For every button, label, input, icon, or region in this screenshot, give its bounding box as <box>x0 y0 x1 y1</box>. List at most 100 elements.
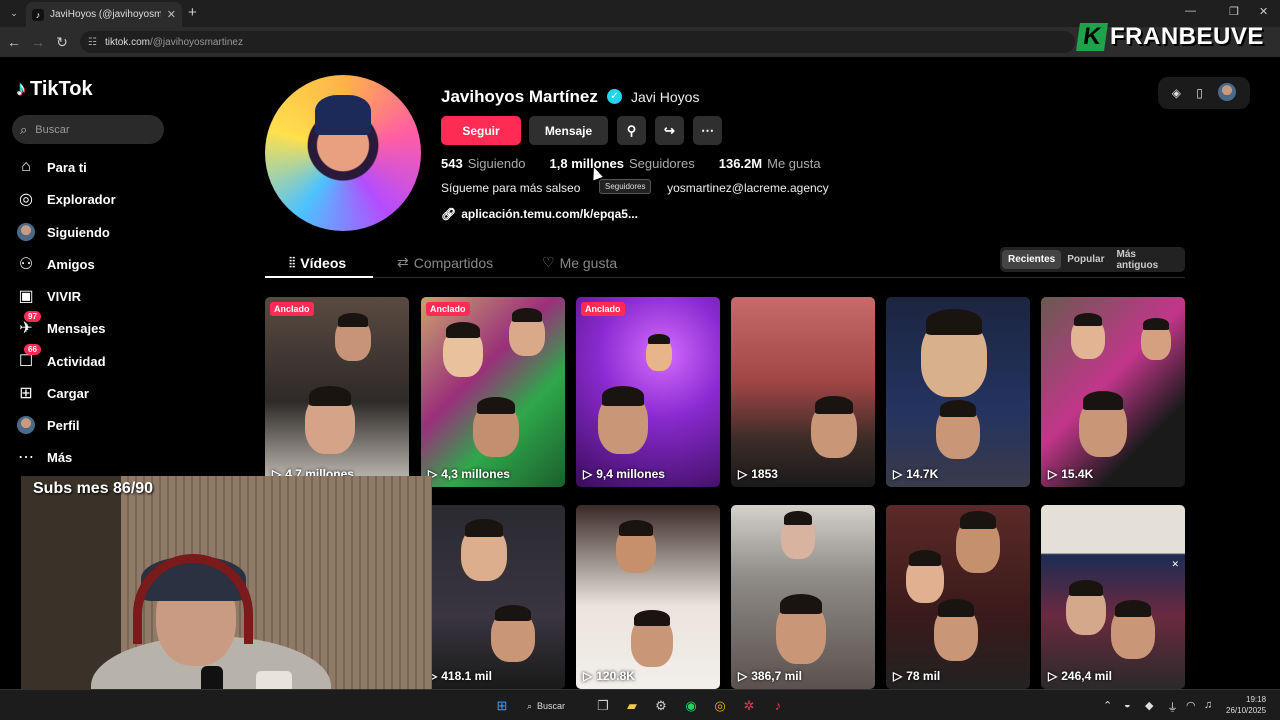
upload-icon: ⊞ <box>19 385 33 402</box>
close-icon: ✕ <box>1171 559 1179 569</box>
profile-link[interactable]: 🔗︎ aplicación.temu.com/k/epqa5... <box>441 207 638 221</box>
grid-icon: ⦙⦙ <box>289 254 296 270</box>
video-card[interactable]: Anclado ▷ 4,7 millones <box>265 297 409 487</box>
add-friend-icon[interactable]: ⚲ <box>617 116 646 145</box>
network-icon[interactable]: ◒ <box>1124 699 1131 711</box>
thumbnail-person <box>305 385 355 454</box>
sort-oldest[interactable]: Más antiguos <box>1110 245 1183 275</box>
file-explorer-icon[interactable]: ▰ <box>624 698 640 714</box>
site-info-icon[interactable]: ☷ <box>88 37 97 48</box>
sidebar-item-label: Cargar <box>47 385 89 401</box>
sort-popular[interactable]: Popular <box>1061 250 1110 269</box>
app-icon[interactable]: ✲ <box>741 698 757 714</box>
followers-count[interactable]: 1,8 millones <box>550 156 624 171</box>
wifi-icon[interactable]: ◠ <box>1186 699 1196 712</box>
phone-icon[interactable]: ▯ <box>1196 86 1203 100</box>
spotify-icon[interactable]: ◉ <box>683 698 699 714</box>
sort-recent[interactable]: Recientes <box>1002 250 1062 269</box>
video-card[interactable]: ▷ 78 mil <box>886 505 1030 689</box>
heart-icon: ♡ <box>542 254 555 270</box>
reload-icon[interactable]: ↻ <box>54 34 70 51</box>
video-card[interactable]: ▷ 14.7K <box>886 297 1030 487</box>
more-icon: ⋯ <box>18 449 34 466</box>
app-tray-icon[interactable]: ◆ <box>1145 699 1153 712</box>
sidebar-item-para-ti[interactable]: ⌂ Para ti <box>16 155 87 179</box>
clock[interactable]: 19:18 26/10/2025 <box>1226 694 1266 716</box>
tab-search-icon[interactable]: ⌄ <box>6 5 22 21</box>
more-options-icon[interactable]: ⋯ <box>693 116 722 145</box>
volume-icon[interactable]: ♫ <box>1204 699 1212 711</box>
tab-liked[interactable]: ♡ Me gusta <box>542 254 617 271</box>
taskbar: ⊞ ⌕ Buscar ❐ ▰ ⚙ ◉ ◎ ✲ ♪ ⌃ ◒ ◆ ⏚ ◠ ♫ 19:… <box>0 689 1280 720</box>
video-card[interactable]: ▷ 386,7 mil <box>731 505 875 689</box>
message-button[interactable]: Mensaje <box>529 116 608 145</box>
view-count: ▷ 78 mil <box>893 669 940 683</box>
follow-button[interactable]: Seguir <box>441 116 521 145</box>
sidebar-item-mensajes[interactable]: ✈ 97 Mensajes <box>16 311 106 340</box>
video-card[interactable]: Anclado ▷ 4,3 millones <box>421 297 565 487</box>
close-window-icon[interactable]: ✕ <box>1259 5 1268 18</box>
new-tab-icon[interactable]: + <box>188 4 197 21</box>
mic-icon[interactable]: ⏚ <box>1167 699 1178 715</box>
back-icon[interactable]: ← <box>6 34 22 50</box>
thumbnail-person <box>473 396 519 457</box>
sidebar-item-perfil[interactable]: Perfil <box>16 413 80 437</box>
chrome-icon[interactable]: ◎ <box>712 698 728 714</box>
restore-icon[interactable]: ❐ <box>1229 5 1239 18</box>
play-icon: ▷ <box>893 669 903 683</box>
profile-avatar <box>16 415 36 435</box>
sidebar-item-vivir[interactable]: ▣ VIVIR <box>16 284 81 308</box>
search-input[interactable]: ⌕ Buscar <box>12 115 164 144</box>
view-count-text: 120.8K <box>596 669 635 683</box>
following-count[interactable]: 543 <box>441 156 463 171</box>
settings-icon[interactable]: ⚙ <box>653 698 669 714</box>
tiktok-logo[interactable]: ♪ TikTok <box>16 78 93 101</box>
minimize-icon[interactable]: — <box>1185 5 1196 17</box>
tab-videos[interactable]: ⦙⦙ Vídeos <box>289 254 346 271</box>
friends-icon: ⚇ <box>18 256 34 273</box>
sidebar-item-siguiendo[interactable]: Siguiendo <box>16 220 110 244</box>
task-view-icon[interactable]: ❐ <box>595 698 611 714</box>
sidebar-item-cargar[interactable]: ⊞ Cargar <box>16 381 89 405</box>
coins-icon[interactable]: ◈ <box>1172 86 1181 100</box>
overlay-logo-name: FRANBEUVE <box>1110 23 1264 50</box>
view-count-text: 14.7K <box>906 467 939 481</box>
forward-icon[interactable]: → <box>30 34 46 50</box>
tab-shared[interactable]: ⇄ Compartidos <box>397 254 493 271</box>
view-count-text: 9,4 millones <box>596 467 665 481</box>
video-card[interactable]: ▷ 1853 <box>731 297 875 487</box>
following-label[interactable]: Siguiendo <box>468 156 526 171</box>
video-card[interactable]: ✕ ▷ 246,4 mil <box>1041 505 1185 689</box>
video-card[interactable]: Anclado ▷ 9,4 millones <box>576 297 720 487</box>
sort-control: Recientes Popular Más antiguos <box>1000 247 1185 272</box>
followers-label[interactable]: Seguidores <box>629 156 695 171</box>
sidebar-item-explorador[interactable]: ◎ Explorador <box>16 187 116 211</box>
home-icon: ⌂ <box>21 158 31 175</box>
sidebar-item-mas[interactable]: ⋯ Más <box>16 445 72 469</box>
sidebar-item-amigos[interactable]: ⚇ Amigos <box>16 252 95 276</box>
windows-start-icon[interactable]: ⊞ <box>494 698 510 714</box>
sidebar-item-label: Mensajes <box>47 320 106 336</box>
user-avatar[interactable] <box>1218 82 1237 104</box>
view-count-text: 15.4K <box>1061 467 1094 481</box>
sidebar-item-label: VIVIR <box>47 288 81 304</box>
play-icon: ▷ <box>738 467 748 481</box>
sidebar-item-actividad[interactable]: ☐ 66 Actividad <box>16 344 106 373</box>
sidebar-item-label: Explorador <box>47 191 116 207</box>
taskbar-search[interactable]: ⌕ Buscar <box>527 696 587 716</box>
tray-chevron-icon[interactable]: ⌃ <box>1103 699 1112 712</box>
video-card[interactable]: ▷ 15.4K <box>1041 297 1185 487</box>
thumbnail-person <box>509 307 545 356</box>
share-icon[interactable]: ↪ <box>655 116 684 145</box>
close-tab-icon[interactable]: ✕ <box>167 8 176 21</box>
sidebar-item-label: Amigos <box>47 256 95 272</box>
video-card[interactable]: ▷ 418.1 mil <box>421 505 565 689</box>
browser-tab[interactable]: ♪ JaviHoyos (@javihoyosmartinez ✕ <box>26 2 182 27</box>
view-count-text: 78 mil <box>906 669 941 683</box>
profile-stats: 543 Siguiendo 1,8 millones Seguidores 13… <box>441 156 845 171</box>
pinned-badge: Anclado <box>270 302 314 316</box>
video-card[interactable]: ▷ 120.8K <box>576 505 720 689</box>
url-field[interactable]: ☷ tiktok.com/@javihoyosmartinez <box>80 31 1075 53</box>
tiktok-app-icon[interactable]: ♪ <box>770 698 786 714</box>
sidebar-item-label: Más <box>47 449 73 465</box>
